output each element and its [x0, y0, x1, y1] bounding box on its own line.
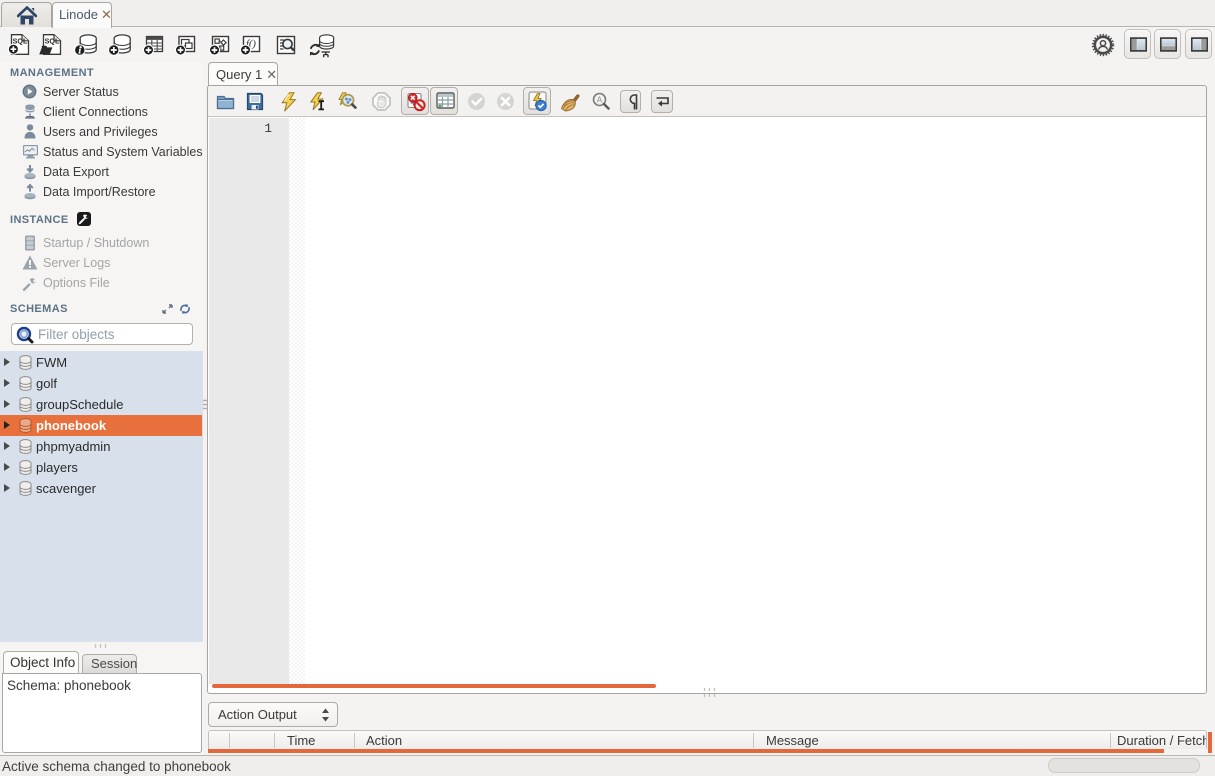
svg-text:A: A: [597, 96, 603, 105]
svg-text:SQL: SQL: [45, 37, 60, 46]
